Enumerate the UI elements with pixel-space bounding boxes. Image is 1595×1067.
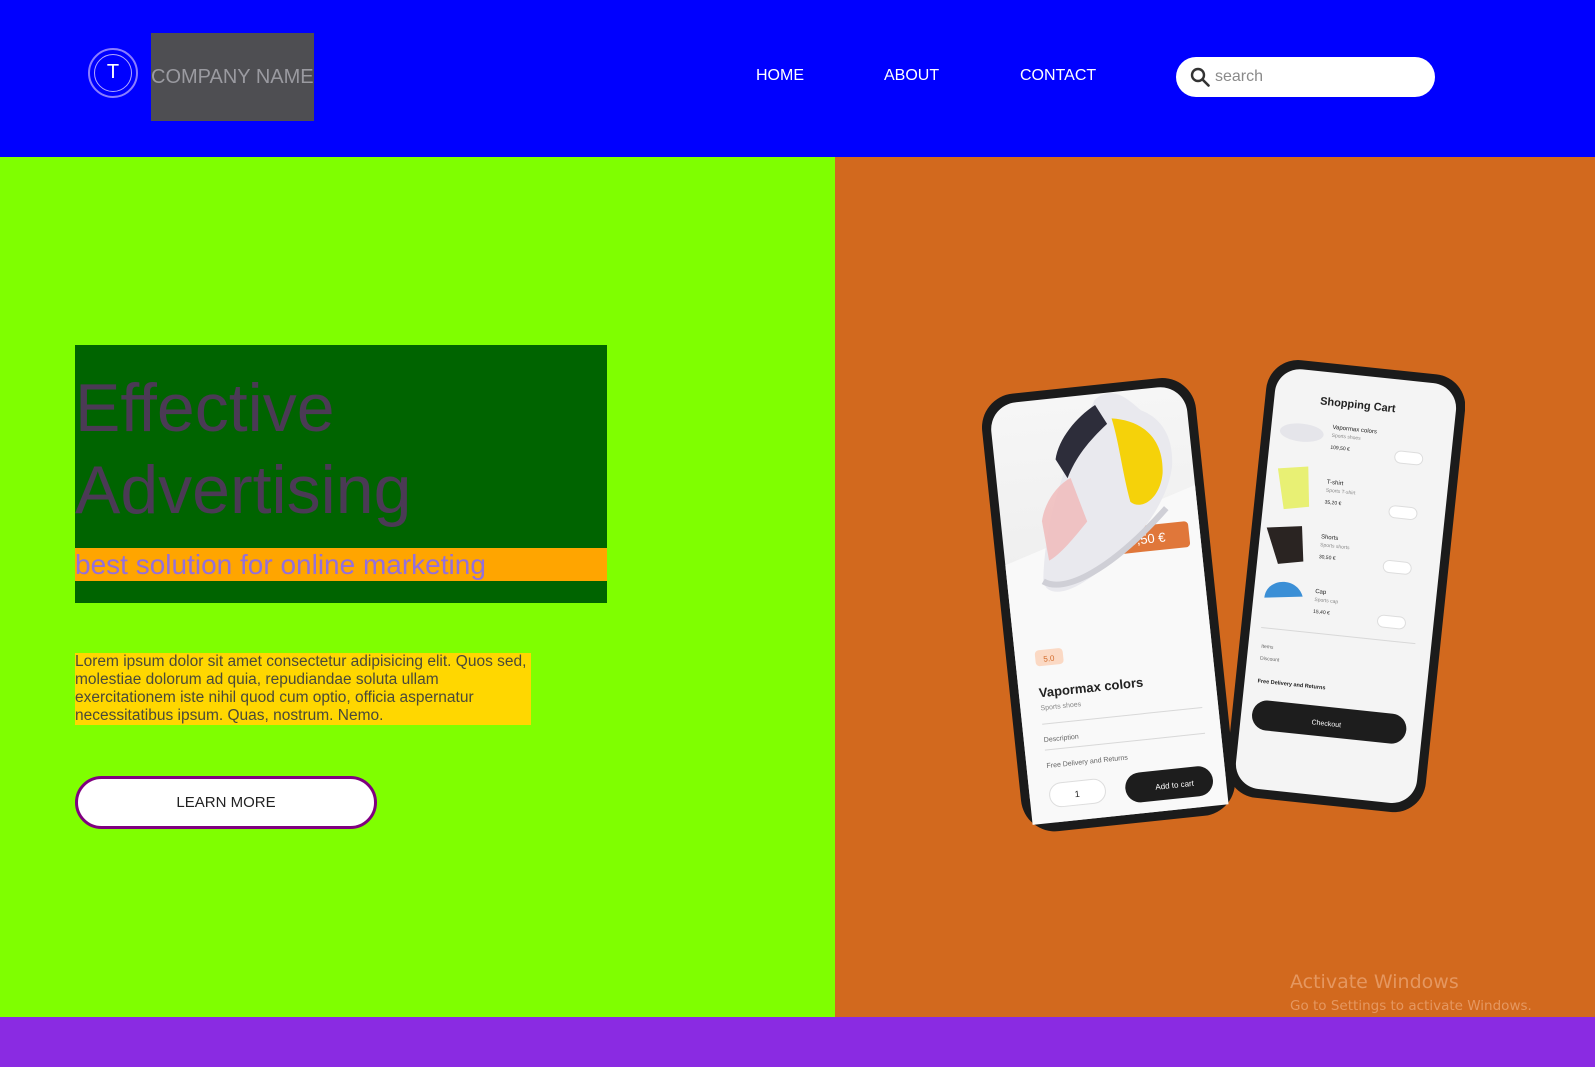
- left-rating: 5.0: [1043, 654, 1056, 664]
- nav-home-link[interactable]: HOME: [756, 66, 804, 86]
- phone-mockup-image: 0,50 € 5.0 Vapormax colors Sports shoes …: [981, 360, 1465, 832]
- search-box[interactable]: [1176, 57, 1435, 97]
- right-phone: Shopping Cart Vapormax colors Sports sho…: [1226, 360, 1465, 813]
- hero-subtitle: best solution for online marketing: [75, 548, 607, 581]
- activate-windows-title: Activate Windows: [1290, 971, 1459, 993]
- footer-bar: [0, 1017, 1595, 1067]
- company-name: COMPANY NAME: [151, 33, 314, 121]
- learn-more-button[interactable]: LEARN MORE: [75, 776, 377, 829]
- hero-paragraph: Lorem ipsum dolor sit amet consectetur a…: [75, 653, 531, 725]
- left-qty: 1: [1074, 789, 1080, 799]
- search-input[interactable]: [1215, 65, 1415, 89]
- left-phone: 0,50 € 5.0 Vapormax colors Sports shoes …: [981, 378, 1236, 832]
- logo-icon[interactable]: T: [88, 48, 138, 98]
- hero-title-box: Effective Advertising best solution for …: [75, 345, 607, 603]
- header: T COMPANY NAME HOME ABOUT CONTACT: [0, 0, 1595, 157]
- svg-text:Cap: Cap: [1315, 589, 1327, 596]
- search-icon[interactable]: [1190, 67, 1210, 87]
- activate-windows-subtitle: Go to Settings to activate Windows.: [1290, 998, 1532, 1014]
- nav-about-link[interactable]: ABOUT: [884, 66, 939, 86]
- hero-title: Effective Advertising: [75, 370, 412, 528]
- nav-contact-link[interactable]: CONTACT: [1020, 66, 1096, 86]
- logo-letter: T: [94, 54, 132, 92]
